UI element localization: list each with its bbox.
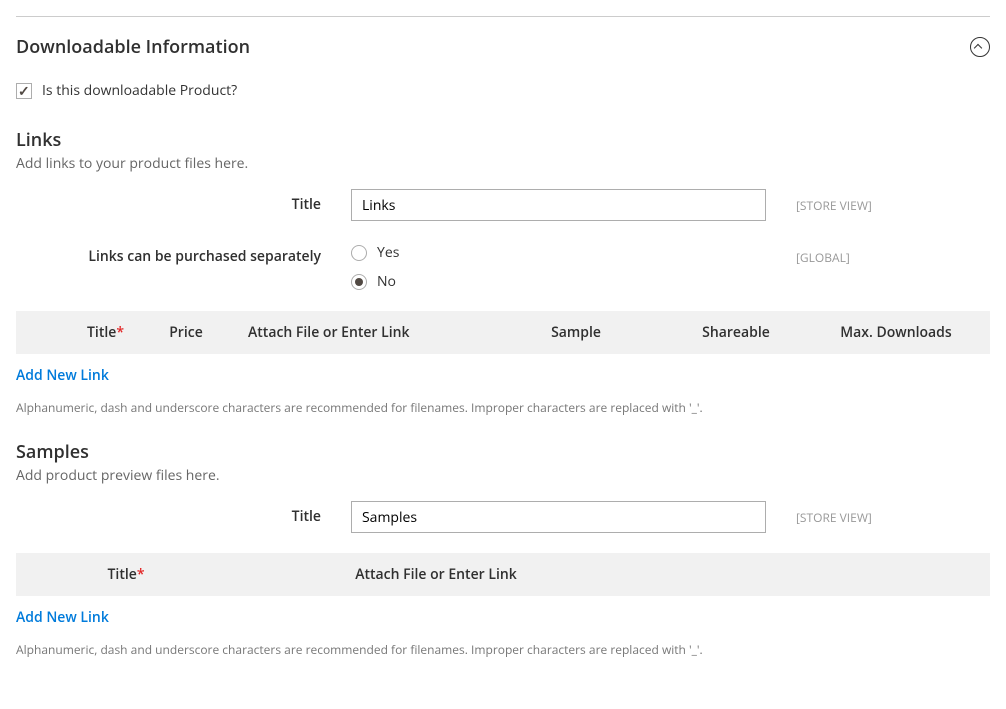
collapse-icon[interactable] <box>970 37 990 57</box>
divider <box>16 16 990 17</box>
links-purchase-label: Links can be purchased separately <box>16 241 351 266</box>
links-purchase-yes[interactable]: Yes <box>351 243 766 262</box>
samples-col-attach: Attach File or Enter Link <box>236 565 636 584</box>
radio-label: Yes <box>377 243 399 262</box>
samples-title-label: Title <box>16 501 351 526</box>
links-col-title: Title* <box>16 323 136 342</box>
links-description: Add links to your product files here. <box>16 154 990 173</box>
links-title-label: Title <box>16 189 351 214</box>
links-title-scope: [STORE VIEW] <box>766 189 872 214</box>
samples-heading: Samples <box>16 440 990 464</box>
links-purchase-field: Links can be purchased separately Yes No… <box>16 241 990 291</box>
col-label: Title <box>87 323 116 342</box>
radio-icon <box>351 245 367 261</box>
radio-label: No <box>377 272 396 291</box>
required-asterisk: * <box>137 565 145 584</box>
samples-title-input[interactable] <box>351 501 766 533</box>
links-col-share: Shareable <box>666 323 806 342</box>
links-grid-header: Title* Price Attach File or Enter Link S… <box>16 311 990 354</box>
links-purchase-no[interactable]: No <box>351 272 766 291</box>
radio-icon <box>351 274 367 290</box>
col-label: Title <box>108 565 137 584</box>
links-col-sample: Sample <box>486 323 666 342</box>
samples-description: Add product preview files here. <box>16 466 990 485</box>
required-asterisk: * <box>116 323 124 342</box>
links-col-attach: Attach File or Enter Link <box>236 323 486 342</box>
section-header: Downloadable Information <box>16 35 990 59</box>
samples-grid-header: Title* Attach File or Enter Link <box>16 553 990 596</box>
links-purchase-scope: [GLOBAL] <box>766 241 850 266</box>
links-title-field: Title [STORE VIEW] <box>16 189 990 221</box>
add-new-sample-button[interactable]: Add New Link <box>16 608 109 627</box>
links-purchase-radio-group: Yes No <box>351 241 766 291</box>
samples-title-scope: [STORE VIEW] <box>766 501 872 526</box>
downloadable-checkbox-row: Is this downloadable Product? <box>16 81 990 100</box>
links-col-max: Max. Downloads <box>806 323 986 342</box>
samples-title-field: Title [STORE VIEW] <box>16 501 990 533</box>
links-note: Alphanumeric, dash and underscore charac… <box>16 399 990 416</box>
links-heading: Links <box>16 128 990 152</box>
links-col-price: Price <box>136 323 236 342</box>
downloadable-checkbox-label: Is this downloadable Product? <box>42 81 237 100</box>
add-new-link-button[interactable]: Add New Link <box>16 366 109 385</box>
downloadable-checkbox[interactable] <box>16 83 32 99</box>
links-title-input[interactable] <box>351 189 766 221</box>
section-title: Downloadable Information <box>16 35 250 59</box>
samples-note: Alphanumeric, dash and underscore charac… <box>16 641 990 658</box>
samples-col-title: Title* <box>16 565 236 584</box>
